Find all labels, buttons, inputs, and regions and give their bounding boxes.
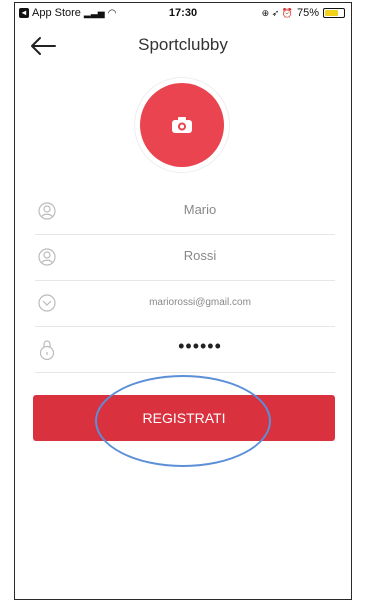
battery-icon — [323, 8, 345, 18]
camera-icon — [172, 117, 192, 133]
battery-level — [325, 10, 338, 16]
user-icon — [37, 201, 57, 223]
location-icon: ⊕ ➶ ⏰ — [261, 7, 293, 18]
first-name-value: Mario — [183, 202, 217, 217]
page-title: Sportclubby — [138, 35, 228, 54]
password-value: •••••• — [178, 336, 222, 356]
battery-percent: 75% — [296, 7, 319, 19]
add-photo-button[interactable] — [140, 83, 224, 167]
email-value: mariorossi@gmail.com — [149, 297, 251, 308]
last-name-field[interactable]: Rossi — [35, 235, 335, 281]
last-name-value: Rossi — [183, 248, 217, 263]
first-name-field[interactable]: Mario — [35, 189, 335, 235]
user-icon — [37, 247, 57, 269]
status-bar: ◂ App Store ▂▃▅ ◠ 17:30 ⊕ ➶ ⏰ 75% — [15, 3, 351, 23]
navigation-bar: Sportclubby — [15, 23, 351, 69]
phone-screen: ◂ App Store ▂▃▅ ◠ 17:30 ⊕ ➶ ⏰ 75% Sportc… — [14, 2, 352, 600]
profile-photo-container — [134, 77, 230, 173]
lock-icon — [37, 339, 57, 361]
password-field[interactable]: •••••• — [35, 327, 335, 373]
email-icon — [37, 293, 57, 315]
register-button[interactable]: REGISTRATI — [33, 395, 335, 441]
email-field[interactable]: mariorossi@gmail.com — [35, 281, 335, 327]
status-right: ⊕ ➶ ⏰ 75% — [262, 7, 345, 19]
